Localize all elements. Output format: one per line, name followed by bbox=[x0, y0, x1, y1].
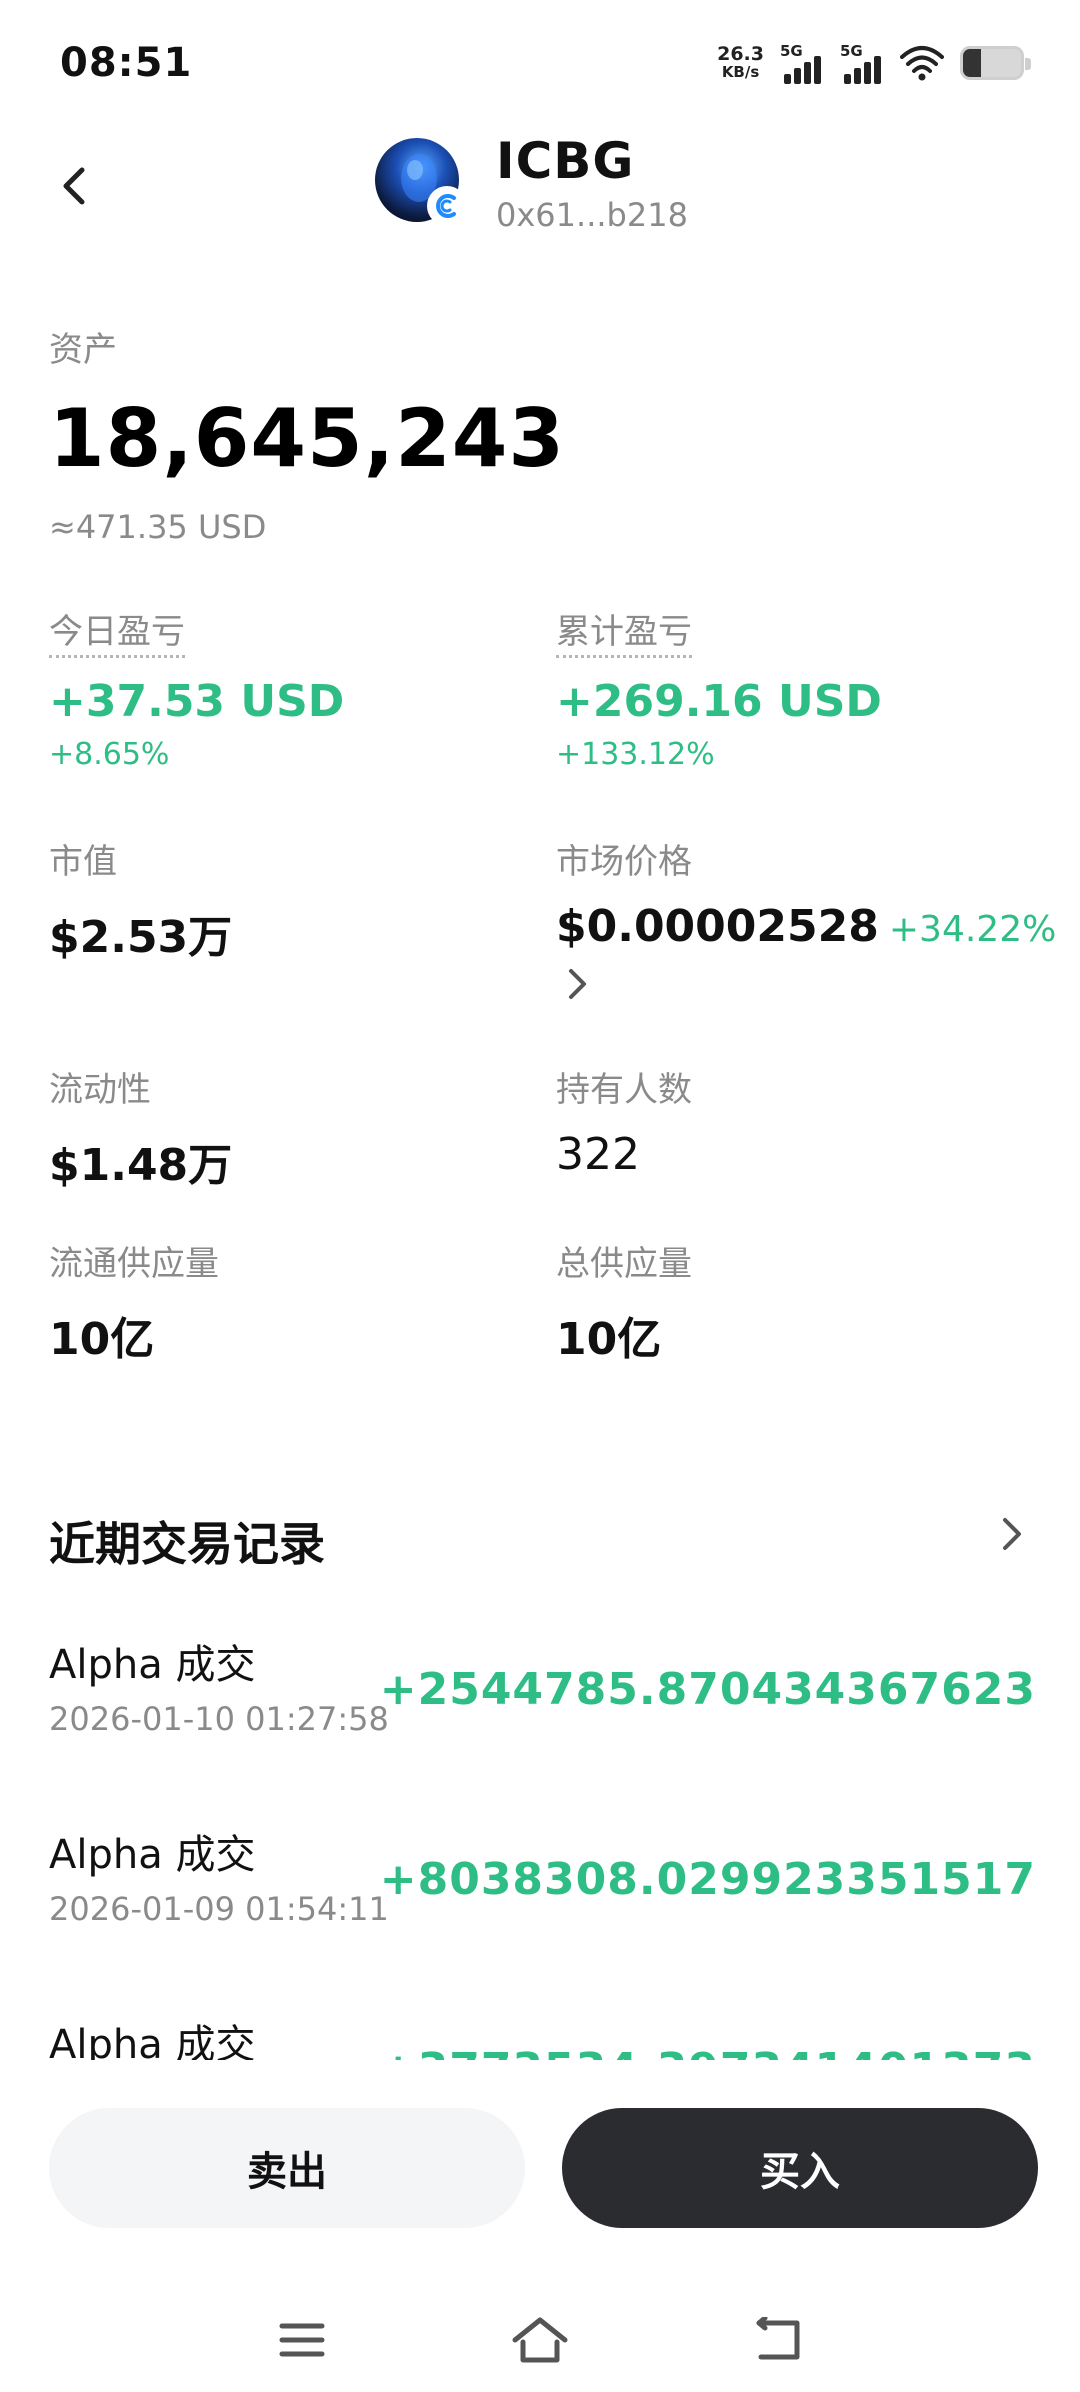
market-cap-label: 市值 bbox=[49, 842, 117, 882]
back-button[interactable] bbox=[44, 156, 104, 216]
total-pnl-value: +269.16 USD bbox=[556, 676, 882, 727]
token-header: ICBG 0x61...b218 bbox=[0, 130, 1080, 250]
market-price[interactable]: 市场价格 $0.00002528 +34.22% bbox=[556, 834, 1056, 1006]
token-avatar bbox=[375, 138, 467, 226]
token-address[interactable]: 0x61...b218 bbox=[496, 196, 688, 234]
total-supply-label: 总供应量 bbox=[556, 1244, 692, 1284]
sell-button[interactable]: 卖出 bbox=[49, 2108, 525, 2228]
today-pnl-value: +37.53 USD bbox=[49, 676, 345, 727]
status-bar: 08:51 26.3 KB/s 5G 5G bbox=[0, 0, 1080, 130]
liquidity: 流动性 $1.48万 bbox=[49, 1062, 232, 1193]
assets-label: 资产 bbox=[49, 330, 117, 370]
market-price-row: $0.00002528 +34.22% bbox=[556, 901, 1056, 952]
chain-badge-icon bbox=[427, 186, 467, 226]
total-pnl-percent: +133.12% bbox=[556, 737, 715, 772]
status-icons: 26.3 KB/s 5G 5G bbox=[717, 40, 1031, 86]
market-price-value: $0.00002528 bbox=[556, 901, 879, 952]
nav-menu-button[interactable] bbox=[262, 2300, 342, 2380]
today-pnl: 今日盈亏 +37.53 USD +8.65% bbox=[49, 604, 344, 772]
network-speed-value: 26.3 bbox=[717, 43, 764, 65]
total-supply-value: 10亿 bbox=[556, 1314, 662, 1365]
sim1-network-type: 5G bbox=[780, 42, 803, 60]
home-icon bbox=[512, 2317, 568, 2363]
market-price-label: 市场价格 bbox=[556, 842, 692, 882]
trade-row[interactable]: Alpha 成交 2026-01-09 01:54:11 +8038308.02… bbox=[0, 1810, 1080, 2000]
trade-amount: +8038308.029923351517 bbox=[379, 1854, 1036, 1905]
holders-label: 持有人数 bbox=[556, 1070, 692, 1110]
assets-usd-value: ≈471.35 USD bbox=[49, 508, 267, 546]
menu-icon bbox=[279, 2323, 325, 2357]
status-time: 08:51 bbox=[60, 40, 193, 86]
total-pnl: 累计盈亏 +269.16 USD +133.12% bbox=[556, 604, 882, 772]
nav-back-button[interactable] bbox=[738, 2300, 818, 2380]
nav-home-button[interactable] bbox=[500, 2300, 580, 2380]
wifi-icon bbox=[900, 46, 944, 81]
recent-trades-title: 近期交易记录 bbox=[49, 1517, 325, 1571]
liquidity-label: 流动性 bbox=[49, 1070, 151, 1110]
trade-type: Alpha 成交 bbox=[49, 2022, 256, 2060]
market-cap: 市值 $2.53万 bbox=[49, 834, 232, 965]
trade-type: Alpha 成交 bbox=[49, 1832, 256, 1878]
recent-trades-more-button[interactable] bbox=[990, 1512, 1034, 1556]
trade-row[interactable]: Alpha 成交 +3773534.397341401373 bbox=[0, 2000, 1080, 2060]
network-speed-unit: KB/s bbox=[721, 63, 760, 81]
liquidity-value: $1.48万 bbox=[49, 1140, 233, 1191]
today-pnl-label[interactable]: 今日盈亏 bbox=[49, 604, 185, 658]
market-price-change: +34.22% bbox=[888, 909, 1057, 950]
chevron-left-icon bbox=[63, 167, 85, 205]
chevron-right-icon bbox=[569, 969, 586, 999]
back-icon bbox=[756, 2317, 800, 2360]
circulating-supply-label: 流通供应量 bbox=[49, 1244, 219, 1284]
trade-row[interactable]: Alpha 成交 2026-01-10 01:27:58 +2544785.87… bbox=[0, 1620, 1080, 1810]
buy-button[interactable]: 买入 bbox=[562, 2108, 1038, 2228]
market-cap-value: $2.53万 bbox=[49, 912, 233, 963]
recent-trades-list[interactable]: Alpha 成交 2026-01-10 01:27:58 +2544785.87… bbox=[0, 1620, 1080, 2060]
chevron-right-icon bbox=[1003, 1518, 1021, 1550]
trade-amount: +3773534.397341401373 bbox=[380, 2044, 1036, 2060]
holders-value: 322 bbox=[556, 1129, 640, 1180]
trade-amount: +2544785.870434367623 bbox=[379, 1664, 1036, 1715]
price-detail-button[interactable] bbox=[556, 962, 600, 1006]
circulating-supply: 流通供应量 10亿 bbox=[49, 1236, 219, 1367]
holders: 持有人数 322 bbox=[556, 1062, 692, 1180]
total-pnl-label[interactable]: 累计盈亏 bbox=[556, 604, 692, 658]
battery-icon bbox=[960, 46, 1031, 80]
trade-type: Alpha 成交 bbox=[49, 1642, 256, 1688]
signal-sim1-icon: 5G bbox=[780, 42, 824, 84]
token-symbol: ICBG bbox=[496, 132, 635, 190]
network-speed: 26.3 KB/s bbox=[717, 45, 764, 81]
total-supply: 总供应量 10亿 bbox=[556, 1236, 692, 1367]
trade-time: 2026-01-10 01:27:58 bbox=[49, 1700, 389, 1738]
signal-sim2-icon: 5G bbox=[840, 42, 884, 84]
assets-value: 18,645,243 bbox=[49, 392, 566, 485]
trade-time: 2026-01-09 01:54:11 bbox=[49, 1890, 389, 1928]
system-nav-bar bbox=[0, 2300, 1080, 2392]
today-pnl-percent: +8.65% bbox=[49, 737, 170, 772]
circulating-supply-value: 10亿 bbox=[49, 1314, 155, 1365]
sim2-network-type: 5G bbox=[840, 42, 863, 60]
